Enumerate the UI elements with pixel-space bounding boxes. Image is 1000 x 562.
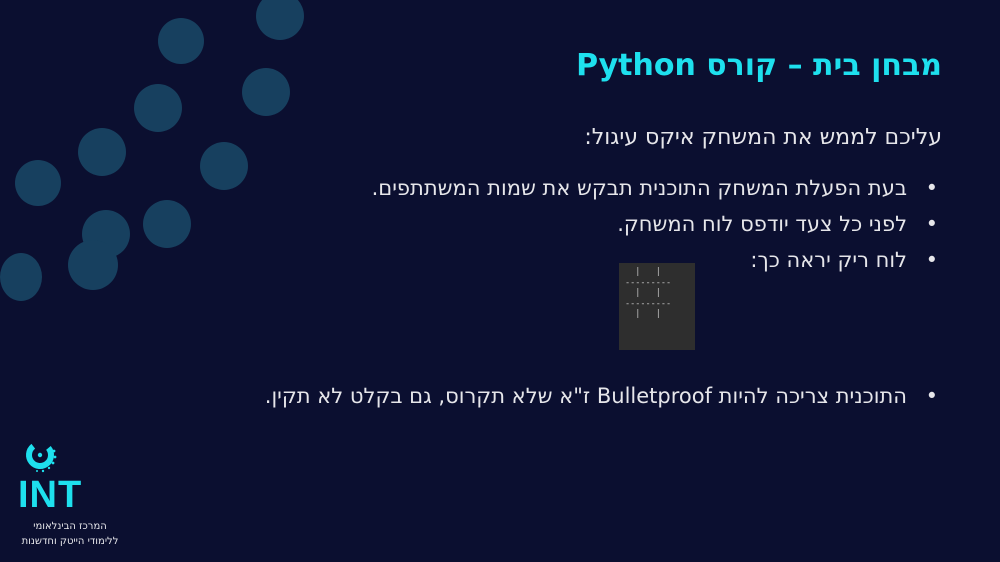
logo-tagline: ללימודי הייטק וחדשנות xyxy=(21,536,119,547)
slide-title: מבחן בית – קורס Python xyxy=(576,48,942,83)
bullet-item: התוכנית צריכה להיות Bulletproof ז"א שלא … xyxy=(82,378,942,414)
bullet-item: בעת הפעלת המשחק התוכנית תבקש את שמות המש… xyxy=(82,170,942,206)
board-text: | | --------- | | --------- | | xyxy=(625,267,672,320)
decorative-dot xyxy=(242,68,290,116)
logo-tagline: המרכז הבינלאומי xyxy=(33,521,107,532)
decorative-dot xyxy=(15,160,61,206)
slide-intro: עליכם לממש את המשחק איקס עיגול: xyxy=(584,125,942,150)
bullet-item: לפני כל צעד יודפס לוח המשחק. xyxy=(82,206,942,242)
bullet-item: לוח ריק יראה כך: xyxy=(82,242,942,278)
logo-text: INT xyxy=(18,474,83,516)
decorative-dot xyxy=(134,84,182,132)
bullet-list: בעת הפעלת המשחק התוכנית תבקש את שמות המש… xyxy=(82,170,942,414)
decorative-dot xyxy=(256,0,304,40)
empty-board-example: | | --------- | | --------- | | xyxy=(619,263,695,350)
decorative-dot xyxy=(0,253,42,301)
decorative-dot xyxy=(158,18,204,64)
decorative-dot xyxy=(78,128,126,176)
